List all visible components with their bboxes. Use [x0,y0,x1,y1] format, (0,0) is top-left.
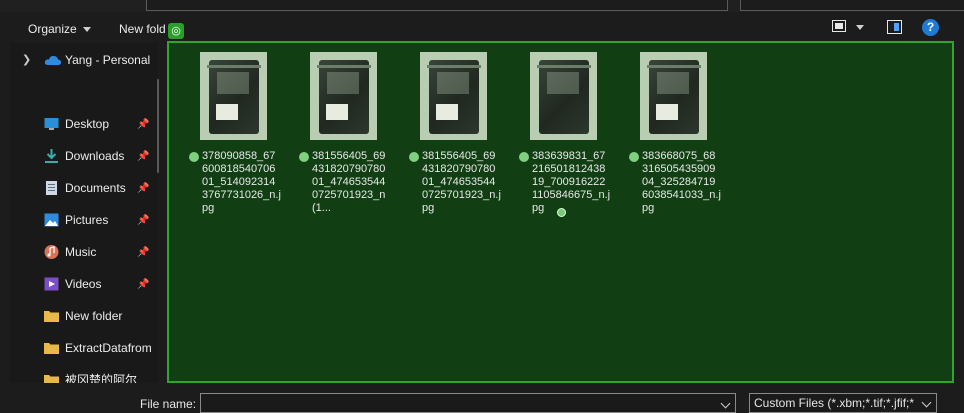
cloud-icon [44,55,62,65]
nav-item-documents[interactable]: Documents 📌 [10,174,158,202]
nav-item-folder-cn[interactable]: 被冈楚的阿尔 [10,366,158,383]
nav-item-music[interactable]: Music 📌 [10,238,158,266]
drag-cursor-icon [557,208,566,217]
nav-item-pictures[interactable]: Pictures 📌 [10,206,158,234]
nav-scrollbar[interactable] [157,79,159,173]
image-thumbnail [310,52,377,140]
nav-item-desktop[interactable]: Desktop 📌 [10,110,158,138]
search-box[interactable] [740,0,964,11]
filename-input[interactable] [200,393,736,413]
nav-item-label: Music [65,245,97,259]
pin-icon: 📌 [137,119,150,130]
change-view-icon[interactable] [832,20,846,32]
nav-onedrive[interactable]: ❯ Yang - Personal [10,46,158,74]
nav-item-label: Pictures [65,213,109,227]
pin-icon: 📌 [137,247,150,258]
drop-target-icon: ◎ [168,23,184,39]
navigation-pane: ❯ Yang - Personal Desktop 📌 Downloads 📌 … [10,43,158,383]
folder-icon [44,343,59,354]
view-options-chevron-icon[interactable] [856,25,864,30]
nav-item-label: Videos [65,277,102,291]
file-name: 378090858_6760081854070601_5140923143767… [202,150,281,214]
new-folder-label: New fold [119,22,166,36]
nav-item-videos[interactable]: Videos 📌 [10,270,158,298]
file-name: 383639831_6721650181243819_7009162221105… [532,150,611,214]
pin-icon: 📌 [137,279,150,290]
image-thumbnail [200,52,267,140]
new-folder-button[interactable]: New fold [119,20,166,38]
image-thumbnail [640,52,707,140]
pin-icon: 📌 [137,215,150,226]
image-thumbnail [530,52,597,140]
expand-chevron-icon[interactable]: ❯ [22,46,31,74]
nav-item-label: Documents [65,181,126,195]
videos-icon [44,277,59,291]
preview-pane-icon[interactable] [887,20,902,34]
folder-icon [44,311,59,322]
pin-icon: 📌 [137,183,150,194]
desktop-icon [44,118,59,130]
file-item[interactable]: 383668075_6831650543590904_3252847196038… [607,52,721,214]
nav-item-new-folder[interactable]: New folder [10,302,158,330]
nav-item-label: New folder [65,309,123,323]
pictures-icon [44,213,59,227]
image-thumbnail [420,52,487,140]
chevron-down-icon [82,27,91,33]
organize-label: Organize [28,22,77,36]
pin-icon: 📌 [137,151,150,162]
organize-button[interactable]: Organize [28,20,91,38]
nav-item-label: Downloads [65,149,125,163]
folder-icon [44,375,59,383]
file-name: 381556405_6943182079078001_4746535440725… [312,150,386,214]
file-item[interactable]: 381556405_6943182079078001_4746535440725… [277,52,389,214]
nav-item-label: ExtractDatafrom [65,341,152,355]
nav-item-label: 被冈楚的阿尔 [65,373,138,383]
file-type-select[interactable]: Custom Files (*.xbm;*.tif;*.jfif;* [749,393,937,413]
downloads-icon [45,149,58,163]
right-edge [955,43,964,383]
help-icon[interactable]: ? [922,19,939,36]
music-icon [44,245,59,259]
nav-account-label: Yang - Personal [65,53,151,67]
file-item[interactable]: 381556405_6943182079078001_4746535440725… [387,52,501,214]
nav-item-downloads[interactable]: Downloads 📌 [10,142,158,170]
file-name: 381556405_6943182079078001_4746535440725… [422,150,501,214]
file-item[interactable]: 383639831_6721650181243819_7009162221105… [497,52,611,214]
command-bar: Organize New fold [0,13,964,43]
chevron-down-icon[interactable] [720,398,731,409]
file-name: 383668075_6831650543590904_3252847196038… [642,150,721,214]
nav-item-label: Desktop [65,117,110,131]
file-type-value: Custom Files (*.xbm;*.tif;*.jfif;* [754,396,915,410]
file-item[interactable]: 378090858_6760081854070601_5140923143767… [167,52,281,214]
filename-label: File name: [140,397,197,411]
nav-item-extractdatafrom[interactable]: ExtractDatafrom [10,334,158,362]
address-bar[interactable] [146,0,728,11]
documents-icon [46,181,57,195]
